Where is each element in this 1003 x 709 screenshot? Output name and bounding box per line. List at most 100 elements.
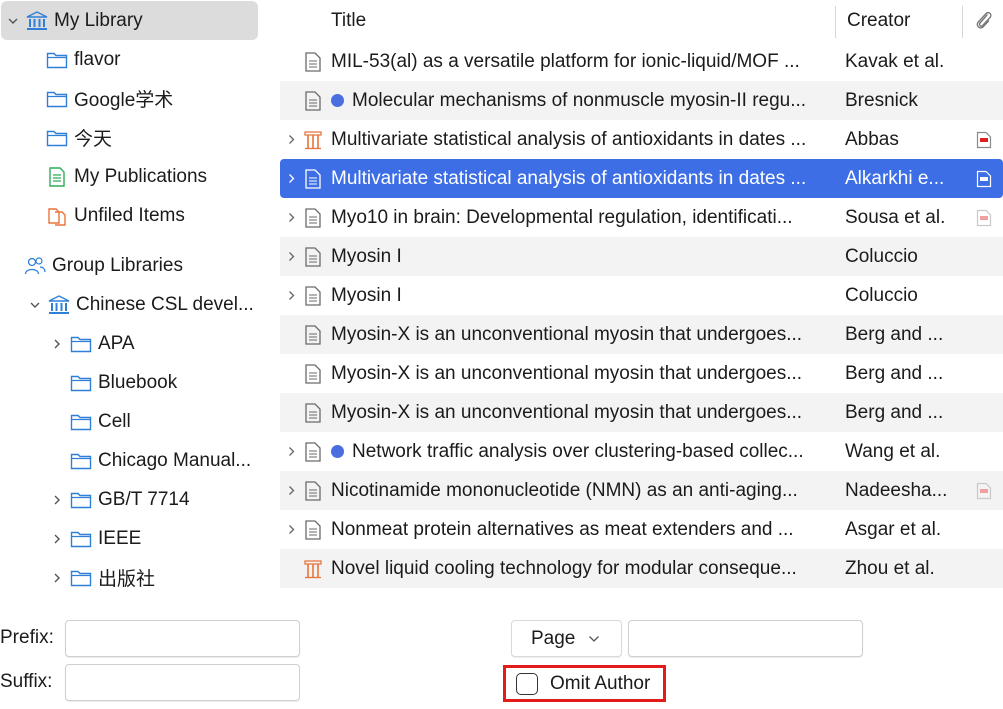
- title-cell: Myosin I: [331, 276, 831, 315]
- publications-icon: [46, 166, 68, 188]
- table-row[interactable]: Molecular mechanisms of nonmuscle myosin…: [280, 81, 1003, 120]
- tree-item-today[interactable]: 今天: [46, 118, 112, 157]
- title-text: Myosin I: [331, 245, 402, 267]
- tree-item-my-library[interactable]: My Library: [1, 1, 258, 40]
- tree-item-flavor[interactable]: flavor: [46, 40, 120, 79]
- title-cell: MIL-53(al) as a versatile platform for i…: [331, 42, 831, 81]
- tree-item-my-publications[interactable]: My Publications: [46, 157, 207, 196]
- table-row[interactable]: Network traffic analysis over clustering…: [280, 432, 1003, 471]
- chevron-right-icon[interactable]: [282, 198, 300, 237]
- chevron-right-icon[interactable]: [282, 276, 300, 315]
- tree-item-chicago[interactable]: Chicago Manual...: [70, 441, 251, 480]
- table-header: Title Creator: [270, 0, 1003, 42]
- creator-cell: Alkarkhi e...: [845, 167, 945, 189]
- title-cell: Myosin I: [331, 237, 831, 276]
- chevron-right-icon[interactable]: [50, 532, 64, 546]
- title-text: Myosin-X is an unconventional myosin tha…: [331, 362, 803, 384]
- folder-icon: [70, 411, 92, 433]
- title-text: Molecular mechanisms of nonmuscle myosin…: [352, 89, 807, 111]
- table-row[interactable]: Myosin I Coluccio: [280, 237, 1003, 276]
- book-item-icon: [302, 120, 324, 159]
- unfiled-icon: [46, 205, 68, 227]
- column-header-title[interactable]: Title: [331, 0, 366, 42]
- chevron-right-icon[interactable]: [282, 120, 300, 159]
- tree-item-bluebook[interactable]: Bluebook: [70, 363, 177, 402]
- chevron-right-icon[interactable]: [282, 237, 300, 276]
- tree-item-label: 今天: [74, 129, 113, 150]
- prefix-input[interactable]: [65, 620, 300, 657]
- tree-item-cell[interactable]: Cell: [70, 402, 131, 441]
- folder-icon: [70, 489, 92, 511]
- tree-item-ieee[interactable]: IEEE: [50, 519, 141, 558]
- creator-cell: Zhou et al.: [845, 557, 935, 579]
- creator-cell: Wang et al.: [845, 440, 941, 462]
- table-row[interactable]: Myosin-X is an unconventional myosin tha…: [280, 315, 1003, 354]
- creator-cell: Sousa et al.: [845, 206, 946, 228]
- omit-author-checkbox[interactable]: [516, 672, 538, 695]
- tree-item-label: Unfiled Items: [74, 204, 185, 226]
- table-row[interactable]: Myosin I Coluccio: [280, 276, 1003, 315]
- omit-author-label[interactable]: Omit Author: [550, 673, 650, 695]
- suffix-label: Suffix:: [0, 671, 53, 692]
- tree-item-label: GB/T 7714: [98, 488, 190, 510]
- title-cell: Myo10 in brain: Developmental regulation…: [331, 198, 831, 237]
- paperclip-icon[interactable]: [974, 0, 994, 42]
- pdf-attachment-icon[interactable]: [972, 120, 996, 159]
- column-divider[interactable]: [962, 6, 963, 38]
- table-row[interactable]: Myo10 in brain: Developmental regulation…: [280, 198, 1003, 237]
- tree-item-label: flavor: [74, 48, 121, 70]
- pdf-attachment-icon[interactable]: [972, 159, 996, 198]
- creator-cell: Coluccio: [845, 245, 918, 267]
- omit-author-highlight: Omit Author: [503, 665, 666, 702]
- tree-item-unfiled-items[interactable]: Unfiled Items: [46, 196, 185, 235]
- table-row[interactable]: Multivariate statistical analysis of ant…: [280, 120, 1003, 159]
- chevron-right-icon[interactable]: [50, 337, 64, 351]
- table-row[interactable]: Myosin-X is an unconventional myosin tha…: [280, 354, 1003, 393]
- table-row[interactable]: Nonmeat protein alternatives as meat ext…: [280, 510, 1003, 549]
- tree-item-google-scholar[interactable]: Google学术: [46, 79, 173, 118]
- chevron-right-icon[interactable]: [50, 493, 64, 507]
- title-cell: Multivariate statistical analysis of ant…: [331, 120, 831, 159]
- locator-input[interactable]: [628, 620, 863, 657]
- chevron-right-icon[interactable]: [282, 159, 300, 198]
- locator-type-select[interactable]: Page: [511, 620, 622, 657]
- pdf-attachment-icon[interactable]: [972, 471, 996, 510]
- items-table: Title Creator MIL-53(al) as a versatile …: [270, 0, 1003, 604]
- document-item-icon: [302, 81, 324, 120]
- chevron-right-icon[interactable]: [50, 571, 64, 585]
- chevron-down-icon[interactable]: [28, 298, 42, 312]
- creator-cell: Berg and ...: [845, 362, 944, 384]
- tree-header-group-libraries: Group Libraries: [24, 246, 183, 285]
- document-item-icon: [302, 198, 324, 237]
- group-icon: [24, 255, 46, 277]
- document-item-icon: [302, 237, 324, 276]
- table-row[interactable]: Nicotinamide mononucleotide (NMN) as an …: [280, 471, 1003, 510]
- title-cell: Myosin-X is an unconventional myosin tha…: [331, 393, 831, 432]
- title-text: Myo10 in brain: Developmental regulation…: [331, 206, 793, 228]
- column-header-creator[interactable]: Creator: [847, 0, 910, 42]
- table-row[interactable]: Multivariate statistical analysis of ant…: [280, 159, 1003, 198]
- table-row[interactable]: Myosin-X is an unconventional myosin tha…: [280, 393, 1003, 432]
- title-cell: Novel liquid cooling technology for modu…: [331, 549, 831, 588]
- folder-icon: [46, 49, 68, 71]
- title-cell: Nicotinamide mononucleotide (NMN) as an …: [331, 471, 831, 510]
- unread-dot-icon: [331, 94, 344, 107]
- tree-header-label: Group Libraries: [52, 254, 183, 276]
- suffix-input[interactable]: [65, 664, 300, 701]
- column-divider[interactable]: [835, 6, 836, 38]
- document-item-icon: [302, 393, 324, 432]
- tree-item-publisher[interactable]: 出版社: [50, 558, 155, 597]
- chevron-right-icon[interactable]: [282, 432, 300, 471]
- document-item-icon: [302, 42, 324, 81]
- title-text: Myosin-X is an unconventional myosin tha…: [331, 401, 803, 423]
- chevron-down-icon[interactable]: [6, 14, 20, 28]
- tree-item-group[interactable]: Chinese CSL devel...: [28, 285, 254, 324]
- tree-item-apa[interactable]: APA: [50, 324, 135, 363]
- table-row[interactable]: MIL-53(al) as a versatile platform for i…: [280, 42, 1003, 81]
- chevron-right-icon[interactable]: [282, 471, 300, 510]
- chevron-right-icon[interactable]: [282, 510, 300, 549]
- tree-item-gbt-7714[interactable]: GB/T 7714: [50, 480, 190, 519]
- title-text: Network traffic analysis over clustering…: [352, 440, 804, 462]
- table-row[interactable]: Novel liquid cooling technology for modu…: [280, 549, 1003, 588]
- pdf-attachment-icon[interactable]: [972, 198, 996, 237]
